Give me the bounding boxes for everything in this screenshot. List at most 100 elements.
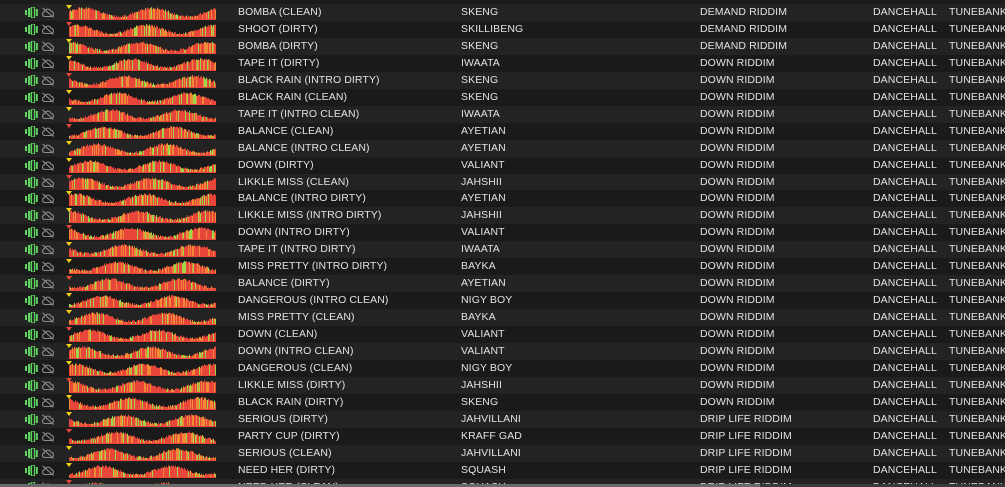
table-row[interactable]: BLACK RAIN (CLEAN) SKENG DOWN RIDDIM DAN…	[0, 88, 1005, 106]
cloud-off-icon[interactable]	[41, 227, 55, 239]
table-row[interactable]: DANGEROUS (INTRO CLEAN) NIGY BOY DOWN RI…	[0, 292, 1005, 310]
cloud-off-icon[interactable]	[41, 295, 55, 306]
cloud-off-icon[interactable]	[41, 414, 55, 425]
waveform-preview[interactable]	[66, 72, 217, 88]
cloud-off-icon[interactable]	[41, 312, 55, 323]
track-list: BOMBA (CLEAN) SKENG DEMAND RIDDIM DANCEH…	[0, 0, 1005, 487]
vu-meter-icon	[25, 159, 38, 171]
table-row[interactable]: BLACK RAIN (DIRTY) SKENG DOWN RIDDIM DAN…	[0, 393, 1005, 411]
table-row[interactable]: DOWN (INTRO CLEAN) VALIANT DOWN RIDDIM D…	[0, 343, 1005, 360]
table-row[interactable]: DANGEROUS (CLEAN) NIGY BOY DOWN RIDDIM D…	[0, 359, 1005, 377]
track-artist: VALIANT	[461, 226, 505, 239]
table-row[interactable]: PARTY CUP (DIRTY) KRAFF GAD DRIP LIFE RI…	[0, 427, 1005, 445]
track-title: SHOOT (DIRTY)	[238, 22, 318, 35]
track-genre: DANCEHALL	[873, 345, 937, 357]
waveform-preview[interactable]	[66, 310, 217, 326]
cloud-off-icon[interactable]	[41, 41, 55, 52]
waveform-preview[interactable]	[66, 89, 217, 105]
waveform-preview[interactable]	[66, 394, 217, 410]
waveform-preview[interactable]	[66, 377, 217, 393]
table-row[interactable]: LIKKLE MISS (CLEAN) JAHSHII DOWN RIDDIM …	[0, 173, 1005, 191]
cloud-off-icon[interactable]	[41, 346, 55, 357]
cloud-off-icon[interactable]	[41, 210, 55, 222]
waveform-preview[interactable]	[66, 344, 217, 359]
table-row[interactable]: SERIOUS (CLEAN) JAHVILLANI DRIP LIFE RID…	[0, 444, 1005, 462]
waveform-preview[interactable]	[66, 106, 217, 122]
vu-meter-icon	[25, 7, 38, 18]
table-row[interactable]: BOMBA (CLEAN) SKENG DEMAND RIDDIM DANCEH…	[0, 4, 1005, 21]
waveform-preview[interactable]	[66, 140, 217, 156]
table-row[interactable]: DOWN (INTRO DIRTY) VALIANT DOWN RIDDIM D…	[0, 224, 1005, 242]
cloud-off-icon[interactable]	[41, 75, 55, 86]
waveform-preview[interactable]	[66, 259, 217, 275]
waveform-preview[interactable]	[66, 38, 217, 54]
table-row[interactable]: BALANCE (INTRO DIRTY) AYETIAN DOWN RIDDI…	[0, 190, 1005, 208]
waveform-preview[interactable]	[66, 428, 217, 444]
waveform-preview[interactable]	[66, 327, 217, 343]
cloud-off-icon[interactable]	[41, 363, 55, 374]
table-row[interactable]: BOMBA (DIRTY) SKENG DEMAND RIDDIM DANCEH…	[0, 37, 1005, 55]
cloud-off-icon[interactable]	[41, 431, 55, 442]
cloud-off-icon[interactable]	[41, 329, 55, 340]
table-row[interactable]: TAPE IT (INTRO DIRTY) IWAATA DOWN RIDDIM…	[0, 241, 1005, 259]
waveform-preview[interactable]	[66, 55, 217, 71]
track-artist: SKENG	[461, 73, 499, 86]
waveform-preview[interactable]	[66, 191, 217, 207]
waveform-preview[interactable]	[66, 445, 217, 461]
waveform-preview[interactable]	[66, 123, 217, 139]
table-row[interactable]: DOWN (DIRTY) VALIANT DOWN RIDDIM DANCEHA…	[0, 156, 1005, 174]
waveform-preview[interactable]	[66, 276, 217, 292]
table-row[interactable]: LIKKLE MISS (DIRTY) JAHSHII DOWN RIDDIM …	[0, 376, 1005, 394]
cloud-off-icon[interactable]	[41, 261, 55, 273]
cloud-off-icon[interactable]	[41, 159, 55, 171]
cloud-off-icon[interactable]	[41, 58, 55, 69]
table-row[interactable]: MISS PRETTY (CLEAN) BAYKA DOWN RIDDIM DA…	[0, 309, 1005, 327]
cloud-off-icon[interactable]	[41, 92, 55, 103]
cloud-off-icon[interactable]	[41, 193, 55, 205]
waveform-preview[interactable]	[66, 242, 217, 258]
table-row[interactable]: LIKKLE MISS (INTRO DIRTY) JAHSHII DOWN R…	[0, 207, 1005, 225]
cloud-off-icon[interactable]	[41, 397, 55, 408]
waveform-preview[interactable]	[66, 208, 217, 224]
track-label: TUNEBANK	[949, 39, 1005, 52]
waveform-preview[interactable]	[66, 157, 217, 173]
track-artist: KRAFF GAD	[461, 429, 522, 442]
cloud-off-icon[interactable]	[41, 176, 55, 188]
cloud-off-icon[interactable]	[41, 278, 55, 290]
cloud-off-icon[interactable]	[41, 448, 55, 459]
track-artist: SKENG	[461, 90, 499, 103]
cloud-off-icon[interactable]	[41, 465, 55, 476]
waveform-preview[interactable]	[66, 462, 217, 478]
cloud-off-icon[interactable]	[41, 24, 55, 35]
track-title: DANGEROUS (CLEAN)	[238, 361, 353, 374]
table-row[interactable]: MISS PRETTY (INTRO DIRTY) BAYKA DOWN RID…	[0, 258, 1005, 276]
table-row[interactable]: SERIOUS (DIRTY) JAHVILLANI DRIP LIFE RID…	[0, 410, 1005, 428]
cloud-off-icon[interactable]	[41, 142, 55, 154]
table-row[interactable]: BALANCE (CLEAN) AYETIAN DOWN RIDDIM DANC…	[0, 122, 1005, 140]
table-row[interactable]: TAPE IT (DIRTY) IWAATA DOWN RIDDIM DANCE…	[0, 54, 1005, 72]
table-row[interactable]: TAPE IT (INTRO CLEAN) IWAATA DOWN RIDDIM…	[0, 105, 1005, 123]
table-row[interactable]: DOWN (CLEAN) VALIANT DOWN RIDDIM DANCEHA…	[0, 326, 1005, 344]
waveform-preview[interactable]	[66, 174, 217, 190]
track-genre: DANCEHALL	[873, 22, 937, 35]
waveform-preview[interactable]	[66, 21, 217, 37]
table-row[interactable]: BALANCE (INTRO CLEAN) AYETIAN DOWN RIDDI…	[0, 139, 1005, 157]
waveform-preview[interactable]	[66, 411, 217, 427]
cloud-off-icon[interactable]	[41, 7, 55, 18]
cloud-off-icon[interactable]	[41, 109, 55, 120]
cloud-off-icon[interactable]	[41, 380, 55, 391]
track-title: DANGEROUS (INTRO CLEAN)	[238, 294, 389, 307]
table-row[interactable]: BLACK RAIN (INTRO DIRTY) SKENG DOWN RIDD…	[0, 71, 1005, 89]
track-genre: DANCEHALL	[873, 277, 937, 290]
table-row[interactable]: NEED HER (DIRTY) SQUASH DRIP LIFE RIDDIM…	[0, 461, 1005, 479]
waveform-preview[interactable]	[66, 5, 217, 20]
table-row[interactable]: BALANCE (DIRTY) AYETIAN DOWN RIDDIM DANC…	[0, 275, 1005, 293]
waveform-preview[interactable]	[66, 225, 217, 241]
cloud-off-icon[interactable]	[41, 244, 55, 256]
table-row[interactable]: SHOOT (DIRTY) SKILLIBENG DEMAND RIDDIM D…	[0, 20, 1005, 38]
cloud-off-icon[interactable]	[41, 126, 55, 137]
track-label: TUNEBANK	[949, 328, 1005, 341]
track-title: MISS PRETTY (INTRO DIRTY)	[238, 260, 388, 273]
waveform-preview[interactable]	[66, 360, 217, 376]
waveform-preview[interactable]	[66, 293, 217, 309]
